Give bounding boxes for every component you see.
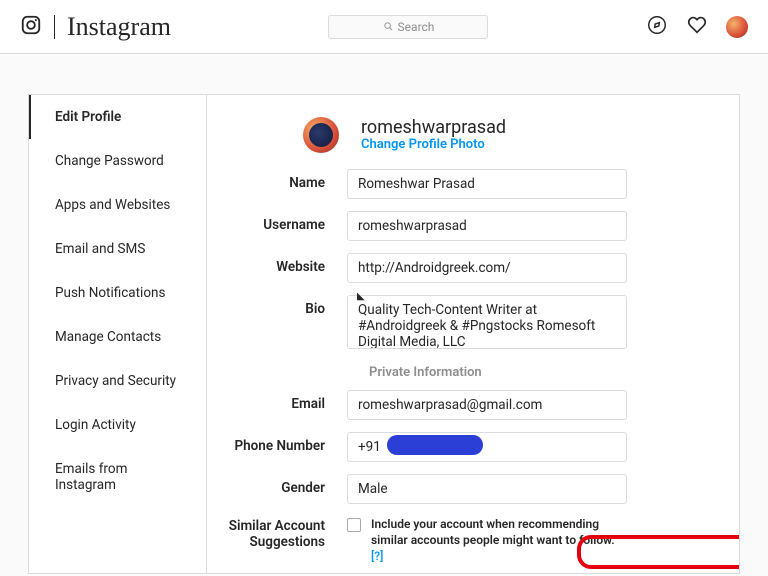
similar-text: Include your account when recommending s…	[371, 516, 627, 565]
label-website: Website	[217, 253, 347, 275]
label-phone: Phone Number	[217, 432, 347, 454]
change-photo-link[interactable]: Change Profile Photo	[361, 137, 506, 152]
logo-group: Instagram	[20, 12, 171, 42]
search-icon	[383, 21, 394, 32]
logo-divider	[54, 15, 55, 39]
similar-help-link[interactable]: [?]	[371, 549, 383, 563]
settings-sidebar: Edit Profile Change Password Apps and We…	[29, 95, 207, 573]
settings-content: romeshwarprasad Change Profile Photo Nam…	[207, 95, 739, 573]
label-email: Email	[217, 390, 347, 412]
profile-avatar-nav[interactable]	[726, 16, 748, 38]
caret-icon: ◣	[357, 291, 365, 302]
brand-wordmark[interactable]: Instagram	[67, 12, 171, 42]
label-similar: Similar Account Suggestions	[217, 516, 347, 550]
label-username: Username	[217, 211, 347, 233]
website-input[interactable]	[347, 253, 627, 283]
profile-avatar[interactable]	[303, 117, 339, 153]
sidebar-item-manage-contacts[interactable]: Manage Contacts	[29, 315, 206, 359]
private-info-header: Private Information	[369, 365, 699, 380]
label-gender: Gender	[217, 474, 347, 496]
settings-panel: Edit Profile Change Password Apps and We…	[28, 94, 740, 574]
phone-redaction	[389, 437, 481, 453]
sidebar-item-emails-instagram[interactable]: Emails from Instagram	[29, 447, 206, 507]
explore-icon[interactable]	[646, 14, 668, 40]
label-name: Name	[217, 169, 347, 191]
sidebar-item-push-notifications[interactable]: Push Notifications	[29, 271, 206, 315]
label-bio: Bio	[217, 295, 347, 317]
username-input[interactable]	[347, 211, 627, 241]
search-wrap: Search	[171, 15, 646, 39]
top-navbar: Instagram Search	[0, 0, 768, 54]
profile-username: romeshwarprasad	[361, 118, 506, 138]
search-input[interactable]: Search	[328, 15, 488, 39]
sidebar-item-login-activity[interactable]: Login Activity	[29, 403, 206, 447]
email-input[interactable]	[347, 390, 627, 420]
sidebar-item-email-sms[interactable]: Email and SMS	[29, 227, 206, 271]
sidebar-item-edit-profile[interactable]: Edit Profile	[29, 95, 206, 139]
gender-input[interactable]	[347, 474, 627, 504]
search-placeholder: Search	[398, 20, 435, 34]
activity-heart-icon[interactable]	[686, 14, 708, 40]
sidebar-item-apps-websites[interactable]: Apps and Websites	[29, 183, 206, 227]
nav-icons	[646, 14, 748, 40]
bio-textarea[interactable]: Quality Tech-Content Writer at #Androidg…	[347, 295, 627, 349]
sidebar-item-change-password[interactable]: Change Password	[29, 139, 206, 183]
similar-checkbox[interactable]	[347, 518, 361, 532]
sidebar-item-privacy-security[interactable]: Privacy and Security	[29, 359, 206, 403]
profile-header: romeshwarprasad Change Profile Photo	[303, 117, 699, 153]
name-input[interactable]	[347, 169, 627, 199]
instagram-glyph-icon[interactable]	[20, 14, 42, 40]
